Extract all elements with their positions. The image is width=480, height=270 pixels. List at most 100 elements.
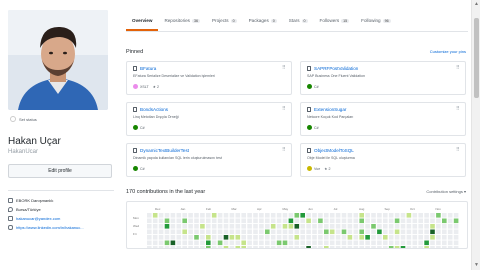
contribution-day[interactable]	[324, 240, 329, 246]
contribution-day[interactable]	[447, 235, 453, 240]
contribution-day[interactable]	[335, 224, 341, 229]
contribution-day[interactable]	[306, 246, 311, 249]
contribution-day[interactable]	[176, 218, 182, 224]
contribution-day[interactable]	[388, 240, 394, 246]
contribution-day[interactable]	[442, 213, 447, 218]
contribution-day[interactable]	[188, 213, 193, 218]
contribution-day[interactable]	[406, 213, 412, 218]
contribution-day[interactable]	[306, 229, 311, 235]
contribution-day[interactable]	[235, 246, 241, 249]
contribution-day[interactable]	[282, 240, 288, 246]
contribution-day[interactable]	[176, 240, 182, 246]
contribution-day[interactable]	[324, 246, 329, 249]
contribution-day[interactable]	[312, 246, 317, 249]
contribution-day[interactable]	[335, 213, 341, 218]
contribution-day[interactable]	[276, 240, 282, 246]
contribution-day[interactable]	[276, 229, 282, 235]
contribution-day[interactable]	[312, 218, 317, 224]
contribution-day[interactable]	[347, 229, 353, 235]
contribution-day[interactable]	[442, 246, 447, 249]
contribution-day[interactable]	[341, 246, 347, 249]
contribution-day[interactable]	[318, 240, 323, 246]
contribution-day[interactable]	[270, 218, 276, 224]
contribution-day[interactable]	[223, 235, 229, 240]
contribution-day[interactable]	[247, 235, 252, 240]
contribution-day[interactable]	[371, 229, 376, 235]
contribution-day[interactable]	[388, 235, 394, 240]
contribution-day[interactable]	[377, 229, 382, 235]
contribution-day[interactable]	[359, 246, 364, 249]
contribution-day[interactable]	[294, 235, 300, 240]
drag-handle-icon[interactable]: ⠿	[282, 66, 286, 72]
contribution-day[interactable]	[282, 229, 288, 235]
contribution-day[interactable]	[341, 229, 347, 235]
contribution-day[interactable]	[371, 240, 376, 246]
contribution-day[interactable]	[188, 240, 193, 246]
contribution-day[interactable]	[300, 240, 305, 246]
contribution-day[interactable]	[359, 213, 364, 218]
contribution-day[interactable]	[235, 240, 241, 246]
repo-link[interactable]: BFatura	[133, 66, 285, 71]
contribution-day[interactable]	[211, 218, 217, 224]
contribution-day[interactable]	[247, 218, 252, 224]
contribution-day[interactable]	[270, 213, 276, 218]
contribution-day[interactable]	[229, 240, 235, 246]
contribution-day[interactable]	[312, 229, 317, 235]
contribution-day[interactable]	[152, 240, 158, 246]
contribution-day[interactable]	[223, 229, 229, 235]
contribution-day[interactable]	[329, 235, 335, 240]
pinned-repo-card[interactable]: BondsActions Linq Metotları Dışıyla Örneğ…	[126, 102, 292, 136]
contribution-day[interactable]	[164, 240, 170, 246]
contribution-day[interactable]	[282, 218, 288, 224]
contribution-day[interactable]	[335, 235, 341, 240]
contribution-day[interactable]	[306, 213, 311, 218]
contribution-day[interactable]	[447, 246, 453, 249]
contribution-day[interactable]	[158, 229, 164, 235]
contribution-day[interactable]	[241, 224, 246, 229]
contribution-day[interactable]	[229, 224, 235, 229]
contribution-day[interactable]	[265, 218, 270, 224]
contribution-day[interactable]	[276, 246, 282, 249]
contribution-day[interactable]	[418, 218, 423, 224]
contribution-day[interactable]	[341, 224, 347, 229]
contribution-day[interactable]	[359, 229, 364, 235]
contribution-day[interactable]	[406, 235, 412, 240]
contribution-day[interactable]	[406, 218, 412, 224]
contribution-day[interactable]	[288, 240, 294, 246]
contribution-day[interactable]	[152, 229, 158, 235]
contribution-day[interactable]	[265, 240, 270, 246]
contribution-day[interactable]	[442, 224, 447, 229]
contribution-day[interactable]	[158, 235, 164, 240]
contribution-day[interactable]	[365, 229, 370, 235]
contribution-day[interactable]	[300, 235, 305, 240]
contribution-day[interactable]	[294, 246, 300, 249]
tab-projects[interactable]: Projects 0	[206, 10, 243, 31]
contribution-day[interactable]	[424, 235, 429, 240]
scrollbar-thumb[interactable]	[474, 18, 479, 98]
contribution-day[interactable]	[329, 229, 335, 235]
contribution-day[interactable]	[217, 246, 223, 249]
contribution-day[interactable]	[247, 213, 252, 218]
contribution-day[interactable]	[365, 213, 370, 218]
contribution-day[interactable]	[388, 213, 394, 218]
contribution-day[interactable]	[329, 224, 335, 229]
tab-repositories[interactable]: Repositories 36	[158, 10, 206, 31]
contribution-day[interactable]	[312, 213, 317, 218]
contribution-day[interactable]	[164, 224, 170, 229]
contribution-day[interactable]	[188, 224, 193, 229]
contribution-day[interactable]	[170, 224, 176, 229]
contribution-day[interactable]	[406, 224, 412, 229]
contribution-day[interactable]	[270, 224, 276, 229]
pinned-repo-card[interactable]: ObjectModelToSQL Obje Model ile SQL oluşt…	[300, 143, 466, 177]
contribution-day[interactable]	[383, 224, 388, 229]
contribution-day[interactable]	[424, 224, 429, 229]
contribution-day[interactable]	[217, 235, 223, 240]
contribution-day[interactable]	[223, 246, 229, 249]
drag-handle-icon[interactable]: ⠿	[456, 66, 460, 72]
contribution-day[interactable]	[164, 235, 170, 240]
contribution-day[interactable]	[353, 240, 359, 246]
contribution-day[interactable]	[288, 224, 294, 229]
tab-following[interactable]: Following 96	[355, 10, 396, 31]
contribution-day[interactable]	[388, 229, 394, 235]
contribution-day[interactable]	[253, 229, 258, 235]
